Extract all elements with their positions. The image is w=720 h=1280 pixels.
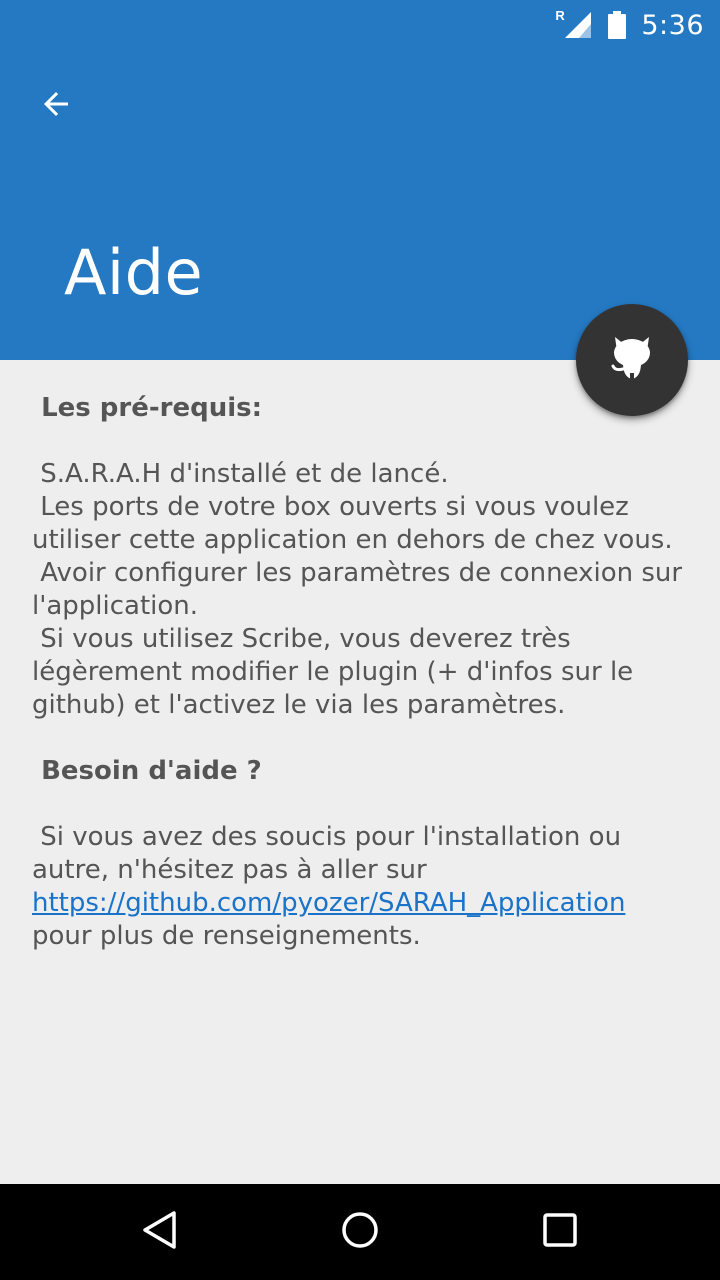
help-content: Les pré-requis: S.A.R.A.H d'installé et … [32, 392, 692, 953]
prereq-item-text: S.A.R.A.H d'installé et de lancé. [40, 459, 449, 489]
prereq-item-text: Les ports de votre box ouverts si vous v… [32, 492, 673, 555]
arrow-back-icon [38, 86, 74, 127]
prereq-heading: Les pré-requis: [32, 392, 692, 425]
nav-recents-button[interactable] [520, 1198, 600, 1266]
prereq-item-text: Si vous utilisez Scribe, vous deverez tr… [32, 624, 642, 720]
prereq-item: Les ports de votre box ouverts si vous v… [32, 491, 692, 557]
back-button[interactable] [20, 76, 92, 136]
prereq-item: S.A.R.A.H d'installé et de lancé. [32, 458, 692, 491]
signal-roaming-icon: R [555, 8, 593, 40]
page-title: Aide [64, 236, 204, 309]
nav-home-button[interactable] [320, 1198, 400, 1266]
system-nav-bar [0, 1184, 720, 1280]
prereq-heading-text: Les pré-requis: [41, 393, 263, 423]
prereq-item: Avoir configurer les paramètres de conne… [32, 557, 692, 623]
nav-recents-square-icon [542, 1212, 578, 1253]
nav-home-circle-icon [340, 1210, 380, 1255]
help-paragraph: Si vous avez des soucis pour l'installat… [32, 821, 692, 953]
nav-back-triangle-icon [140, 1210, 180, 1255]
prereq-item: Si vous utilisez Scribe, vous deverez tr… [32, 623, 692, 722]
help-heading-text: Besoin d'aide ? [41, 756, 262, 786]
status-icons: R 5:36 [555, 0, 704, 50]
prereq-item-text: Avoir configurer les paramètres de conne… [32, 558, 691, 621]
network-label: R [555, 8, 565, 23]
github-link[interactable]: https://github.com/pyozer/SARAH_Applicat… [32, 888, 625, 918]
status-bar: R 5:36 [0, 0, 720, 50]
nav-back-button[interactable] [120, 1198, 200, 1266]
battery-full-icon [607, 10, 627, 40]
help-heading: Besoin d'aide ? [32, 755, 692, 788]
github-octocat-icon [609, 333, 655, 388]
status-clock: 5:36 [641, 9, 704, 41]
help-text-before: Si vous avez des soucis pour l'installat… [32, 822, 630, 885]
